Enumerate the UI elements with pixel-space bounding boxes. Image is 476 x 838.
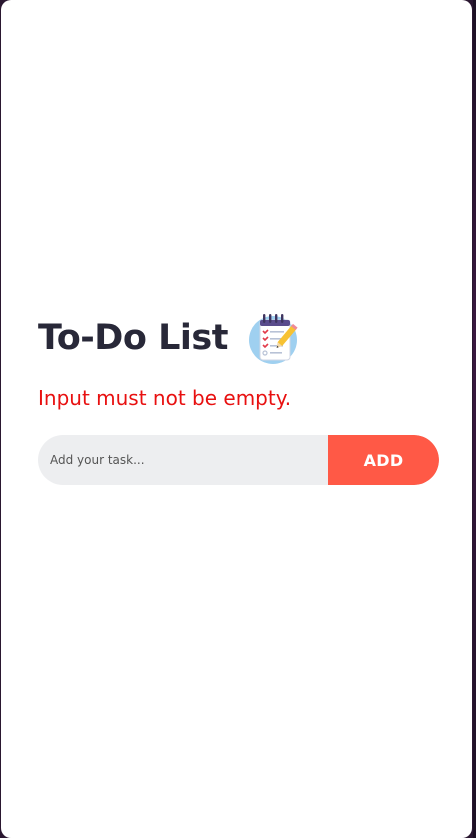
todo-app-card: To-Do List Input must not be empty. Add …: [1, 0, 472, 838]
add-button[interactable]: ADD: [328, 435, 439, 485]
task-input[interactable]: [38, 435, 328, 485]
app-header: To-Do List: [38, 310, 298, 366]
task-input-row: ADD: [38, 435, 439, 485]
page-title: To-Do List: [38, 318, 228, 358]
validation-error-message: Input must not be empty.: [38, 386, 292, 410]
notepad-checklist-icon: [247, 310, 299, 366]
